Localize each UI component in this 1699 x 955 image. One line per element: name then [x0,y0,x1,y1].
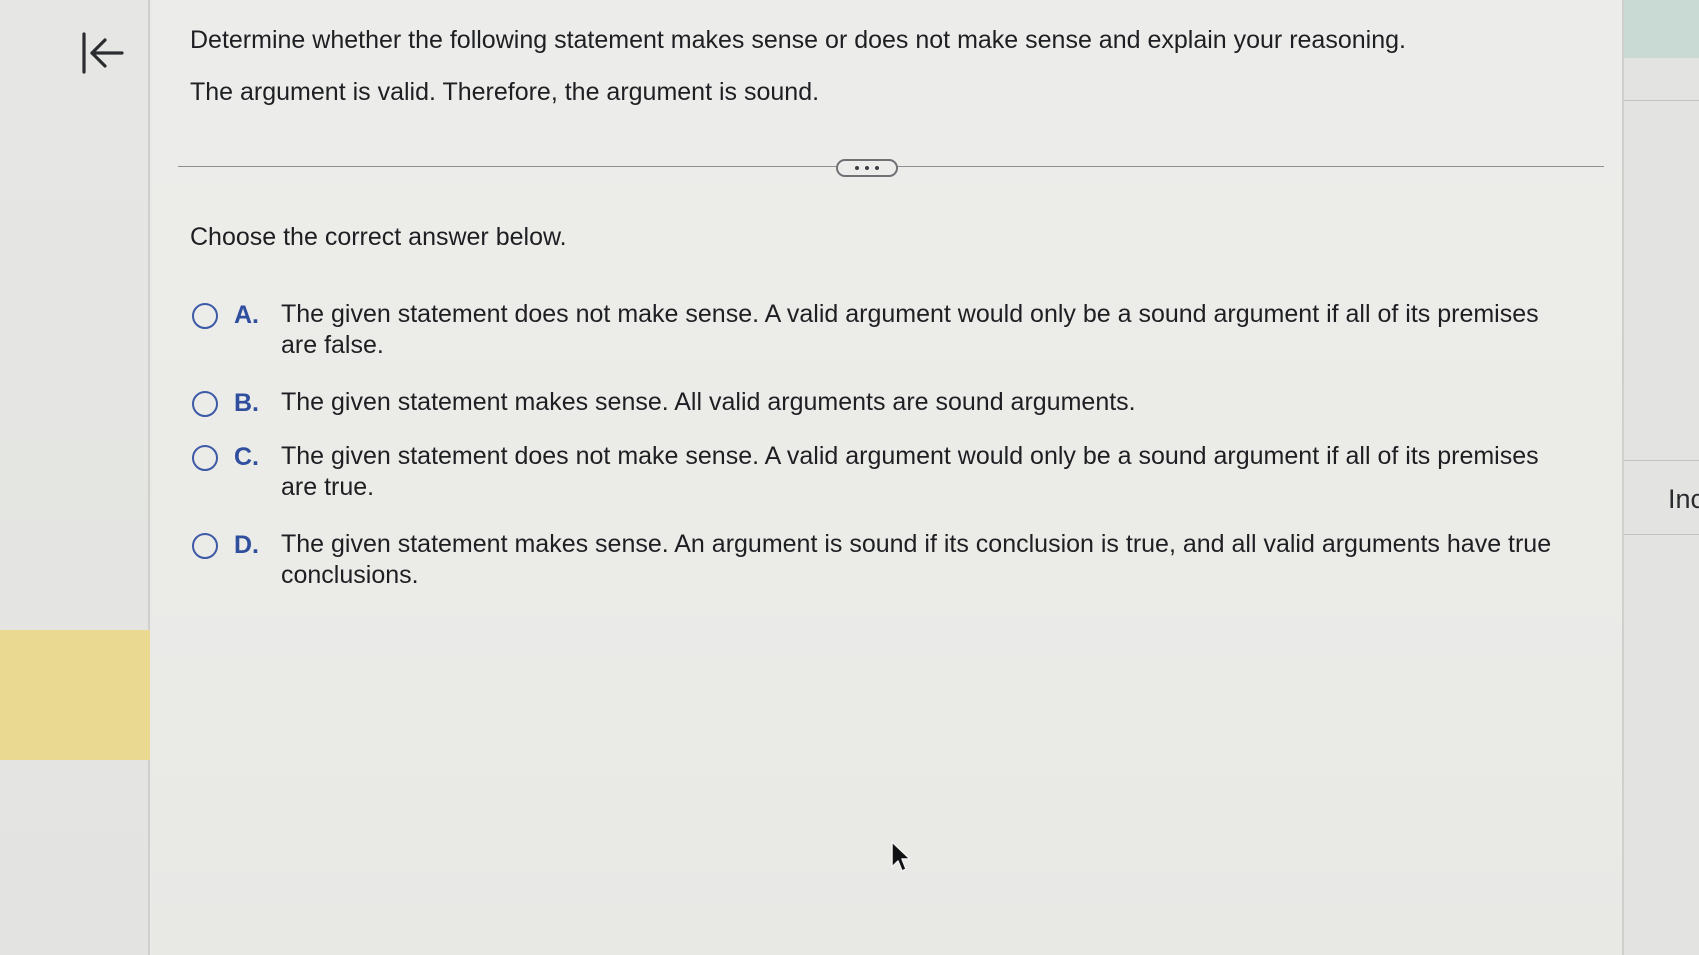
option-text-a: The given statement does not make sense.… [281,300,1539,359]
radio-button-d[interactable] [192,533,218,559]
right-tab-label: Inc [1668,484,1699,514]
instruction-text: Choose the correct answer below. [190,223,567,251]
more-dots-icon [838,166,896,170]
mouse-pointer-icon [891,841,911,872]
collapse-left-icon [82,32,124,74]
highlight-block [0,630,150,760]
option-letter-c: C. [234,443,259,471]
option-text-b: The given statement makes sense. All val… [281,388,1136,416]
collapse-panel-button[interactable] [78,28,140,78]
option-letter-d: D. [234,531,259,559]
radio-button-a[interactable] [192,303,218,329]
option-letter-a: A. [234,301,259,329]
left-panel [0,0,150,955]
option-text-d: The given statement makes sense. An argu… [281,530,1552,589]
radio-button-c[interactable] [192,445,218,471]
question-content: Determine whether the following statemen… [152,0,1624,955]
right-panel-tab[interactable]: Inc [1624,0,1699,955]
option-text-c: The given statement does not make sense.… [281,442,1539,501]
radio-button-b[interactable] [192,391,218,417]
question-header: Determine whether the following statemen… [190,26,1406,54]
option-letter-b: B. [234,389,259,417]
right-panel: Inc [1624,0,1699,955]
expand-button[interactable] [836,159,898,177]
question-statement: The argument is valid. Therefore, the ar… [190,78,820,106]
